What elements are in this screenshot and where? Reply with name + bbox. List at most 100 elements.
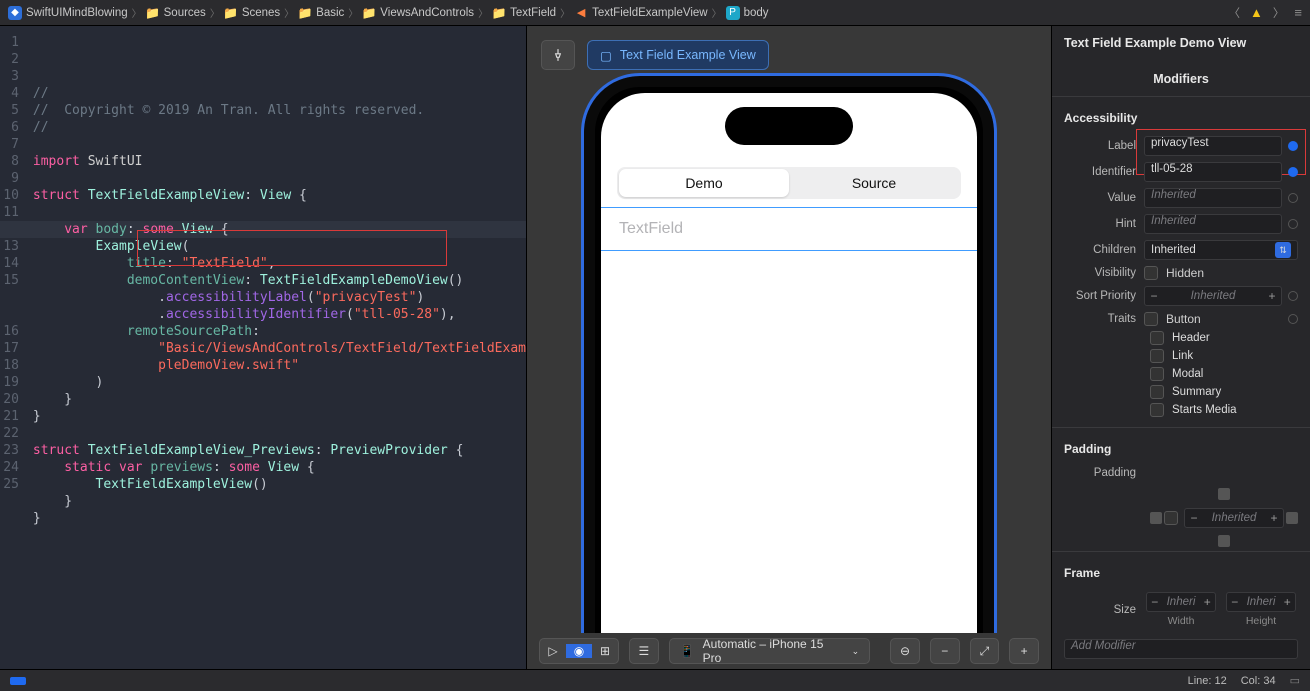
code-line[interactable]: [33, 425, 526, 442]
code-line[interactable]: "Basic/ViewsAndControls/TextField/TextFi…: [33, 340, 526, 357]
override-dot[interactable]: [1288, 291, 1298, 301]
doc-icon: ▢: [600, 48, 612, 63]
segmented-control[interactable]: Demo Source: [617, 167, 961, 199]
seg-source[interactable]: Source: [789, 169, 959, 197]
live-mode-group[interactable]: ▷ ◉ ⊞: [539, 638, 619, 664]
height-stepper[interactable]: −Inheri+: [1226, 592, 1296, 612]
code-line[interactable]: // Copyright © 2019 An Tran. All rights …: [33, 102, 526, 119]
zoom-out-min-icon[interactable]: ⊖: [890, 638, 920, 664]
breadcrumb-item[interactable]: ◆SwiftUIMindBlowing: [8, 6, 128, 20]
code-line[interactable]: struct TextFieldExampleView: View {: [33, 187, 526, 204]
live-icon[interactable]: ◉: [566, 644, 592, 658]
code-line[interactable]: //: [33, 119, 526, 136]
preview-pane: ▢ Text Field Example View Demo Source Te…: [526, 26, 1052, 669]
breadcrumb-item[interactable]: 📁TextField: [492, 6, 556, 20]
hidden-checkbox[interactable]: [1144, 266, 1158, 280]
grid-icon[interactable]: ⊞: [592, 644, 618, 658]
padding-diagram[interactable]: −Inherited+: [1150, 488, 1298, 547]
trait-checkbox[interactable]: [1150, 385, 1164, 399]
hint-input[interactable]: Inherited: [1144, 214, 1282, 234]
seg-demo[interactable]: Demo: [619, 169, 789, 197]
code-line[interactable]: struct TextFieldExampleView_Previews: Pr…: [33, 442, 526, 459]
breadcrumb-item[interactable]: 📁 Sources: [146, 6, 206, 20]
code-line[interactable]: static var previews: some View {: [33, 459, 526, 476]
nav-fwd-icon[interactable]: 〉: [1269, 5, 1289, 21]
code-line[interactable]: .accessibilityIdentifier("tll-05-28"),: [33, 306, 526, 323]
chevron-updown-icon: ⇅: [1275, 242, 1291, 258]
preview-toolbar: ▷ ◉ ⊞ ☰ 📱 Automatic – iPhone 15 Pro ⌄ ⊖ …: [527, 633, 1051, 669]
trait-checkbox[interactable]: [1150, 367, 1164, 381]
code-line[interactable]: }: [33, 391, 526, 408]
variants-button[interactable]: ☰: [629, 638, 659, 664]
padding-checkbox[interactable]: [1164, 511, 1178, 525]
textfield-row[interactable]: TextField: [601, 207, 977, 251]
identifier-input[interactable]: tll-05-28: [1144, 162, 1282, 182]
pin-button[interactable]: [541, 40, 575, 70]
trait-label: Button: [1166, 312, 1274, 326]
zoom-out-icon[interactable]: −: [930, 638, 960, 664]
breadcrumb-item[interactable]: Pbody: [726, 6, 769, 20]
children-key: Children: [1064, 244, 1136, 256]
trait-checkbox[interactable]: [1150, 403, 1164, 417]
trait-checkbox[interactable]: [1150, 331, 1164, 345]
folder-icon: 📁: [146, 6, 160, 20]
device-selector[interactable]: 📱 Automatic – iPhone 15 Pro ⌄: [669, 638, 870, 664]
code-line[interactable]: remoteSourcePath:: [33, 323, 526, 340]
folder-icon: 📁: [362, 6, 376, 20]
breadcrumb-label: Sources: [164, 7, 206, 19]
zoom-in-icon[interactable]: +: [1009, 638, 1039, 664]
code-line[interactable]: import SwiftUI: [33, 153, 526, 170]
breadcrumb-item[interactable]: ◀TextFieldExampleView: [574, 6, 707, 20]
identifier-key: Identifier: [1064, 166, 1136, 178]
code-line[interactable]: ): [33, 374, 526, 391]
sort-stepper[interactable]: −Inherited+: [1144, 286, 1282, 306]
code-line[interactable]: }: [33, 408, 526, 425]
code-line[interactable]: [33, 527, 526, 544]
trait-label: Link: [1172, 350, 1298, 362]
value-input[interactable]: Inherited: [1144, 188, 1282, 208]
trait-checkbox[interactable]: [1144, 312, 1158, 326]
inspector-tab-modifiers[interactable]: Modifiers: [1052, 62, 1310, 97]
code-line[interactable]: [33, 170, 526, 187]
breadcrumb-item[interactable]: 📁ViewsAndControls: [362, 6, 474, 20]
status-bar: Line: 12 Col: 34 ▭: [0, 669, 1310, 691]
override-dot[interactable]: [1288, 219, 1298, 229]
override-dot[interactable]: [1288, 141, 1298, 151]
code-line[interactable]: demoContentView: TextFieldExampleDemoVie…: [33, 272, 526, 289]
breadcrumb-item[interactable]: 📁Basic: [298, 6, 344, 20]
code-line[interactable]: pleDemoView.swift": [33, 357, 526, 374]
padding-stepper[interactable]: −Inherited+: [1184, 508, 1284, 528]
trait-row: Header: [1052, 329, 1310, 347]
warning-icon[interactable]: ▲: [1250, 5, 1263, 20]
preview-title-pill[interactable]: ▢ Text Field Example View: [587, 40, 769, 70]
code-line[interactable]: TextFieldExampleView(): [33, 476, 526, 493]
device-name: Automatic – iPhone 15 Pro: [703, 637, 844, 665]
chevron-right-icon: 〉: [132, 5, 142, 20]
code-line[interactable]: [33, 204, 526, 221]
code-line[interactable]: [33, 136, 526, 153]
related-items-icon[interactable]: ≡: [1294, 5, 1302, 20]
breadcrumb-label: TextField: [510, 7, 556, 19]
code-line[interactable]: //: [33, 85, 526, 102]
zoom-fit-icon[interactable]: ⤢: [970, 638, 1000, 664]
inspector-title: Text Field Example Demo View: [1052, 26, 1310, 62]
outline-icon[interactable]: ▭: [1290, 674, 1300, 687]
sort-key: Sort Priority: [1064, 290, 1136, 302]
label-key: Label: [1064, 140, 1136, 152]
code-editor[interactable]: 1234567891011121314151617181920212223242…: [0, 26, 526, 669]
debug-indicator[interactable]: [10, 677, 26, 685]
trait-checkbox[interactable]: [1150, 349, 1164, 363]
children-select[interactable]: Inherited⇅: [1144, 240, 1298, 260]
override-dot[interactable]: [1288, 193, 1298, 203]
override-dot[interactable]: [1288, 314, 1298, 324]
nav-back-icon[interactable]: 〈: [1225, 5, 1245, 21]
play-icon[interactable]: ▷: [540, 644, 566, 658]
code-line[interactable]: }: [33, 493, 526, 510]
breadcrumb-item[interactable]: 📁Scenes: [224, 6, 280, 20]
code-line[interactable]: }: [33, 510, 526, 527]
add-modifier-input[interactable]: Add Modifier: [1064, 639, 1298, 659]
label-input[interactable]: privacyTest: [1144, 136, 1282, 156]
code-line[interactable]: .accessibilityLabel("privacyTest"): [33, 289, 526, 306]
override-dot[interactable]: [1288, 167, 1298, 177]
width-stepper[interactable]: −Inheri+: [1146, 592, 1216, 612]
